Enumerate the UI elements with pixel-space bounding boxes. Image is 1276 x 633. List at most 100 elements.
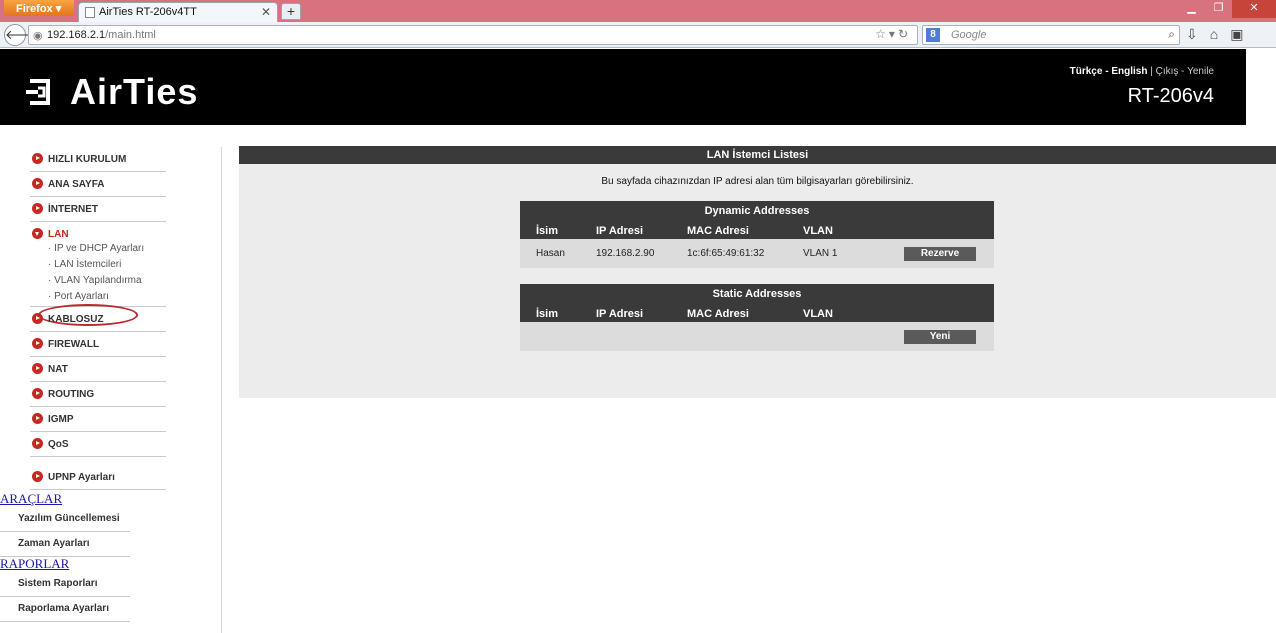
submenu-lan-istemcileri[interactable]: · LAN İstemcileri	[48, 259, 121, 270]
table-row: Yeni	[520, 322, 994, 351]
col-ip: IP Adresi	[596, 308, 644, 320]
menu-label: QoS	[48, 439, 69, 450]
bookmark-reload-icons[interactable]: ☆▾↻	[875, 27, 911, 41]
menu-qos[interactable]: QoS	[30, 432, 166, 457]
col-isim: İsim	[536, 225, 559, 237]
table-header: Static Addresses İsim IP Adresi MAC Adre…	[520, 284, 994, 322]
report-sistem-raporlari[interactable]: Sistem Raporları	[0, 572, 130, 597]
arrow-right-icon	[32, 471, 43, 482]
page-description: Bu sayfada cihazınızdan IP adresi alan t…	[601, 176, 914, 187]
col-vlan: VLAN	[803, 225, 833, 237]
report-label: Sistem Raporları	[18, 578, 98, 589]
arrow-down-icon	[32, 228, 43, 239]
table-title: Dynamic Addresses	[704, 205, 810, 217]
yeni-button[interactable]: Yeni	[904, 330, 976, 344]
arrow-right-icon	[32, 313, 43, 324]
tool-yazilim-guncellemesi[interactable]: Yazılım Güncellemesi	[0, 507, 130, 532]
menu-label: HIZLI KURULUM	[48, 154, 127, 165]
tab-title: AirTies RT-206v4TT	[99, 6, 197, 18]
arrow-right-icon	[32, 363, 43, 374]
arrow-right-icon	[32, 388, 43, 399]
menu-label: ROUTING	[48, 389, 95, 400]
toolbar-icons: ⇩⌂▣	[1186, 26, 1255, 43]
browser-tab-strip: Firefox ▾ AirTies RT-206v4TT ✕ + ▁ ❐ ✕	[0, 0, 1276, 22]
page-icon	[85, 7, 95, 18]
cell-name: Hasan	[536, 248, 565, 259]
search-icon[interactable]: ⌕	[1168, 27, 1175, 42]
menu-label: NAT	[48, 364, 68, 375]
report-label: Raporlama Ayarları	[18, 603, 109, 614]
tool-zaman-ayarlari[interactable]: Zaman Ayarları	[0, 532, 130, 557]
search-box[interactable]: 8 Google ⌕	[922, 25, 1180, 45]
menu-upnp[interactable]: UPNP Ayarları	[30, 465, 166, 490]
cell-vlan: VLAN 1	[803, 248, 838, 259]
download-icon[interactable]: ⇩	[1186, 26, 1210, 42]
firefox-menu-label: Firefox	[16, 3, 53, 15]
browser-tab[interactable]: AirTies RT-206v4TT ✕	[78, 2, 278, 22]
report-raporlama-ayarlari[interactable]: Raporlama Ayarları	[0, 597, 130, 622]
arrow-right-icon	[32, 413, 43, 424]
raporlar-link[interactable]: RAPORLAR	[0, 556, 69, 572]
close-window-icon[interactable]: ✕	[1232, 0, 1276, 18]
submenu-port-ayarlari[interactable]: · Port Ayarları	[48, 291, 109, 302]
device-model: RT-206v4	[1127, 85, 1214, 107]
menu-hizli-kurulum[interactable]: HIZLI KURULUM	[30, 147, 166, 172]
table-title: Static Addresses	[712, 288, 802, 300]
cell-mac: 1c:6f:65:49:61:32	[687, 248, 765, 259]
menu-ana-sayfa[interactable]: ANA SAYFA	[30, 172, 166, 197]
window-controls: ▁ ❐ ✕	[1178, 0, 1276, 18]
lang-english-link[interactable]: English	[1111, 66, 1147, 77]
menu-firewall[interactable]: FIREWALL	[30, 332, 166, 357]
site-header: AirTies Türkçe - English | Çıkış - Yenil…	[0, 49, 1246, 125]
lan-client-panel: LAN İstemci Listesi Bu sayfada cihazınız…	[239, 146, 1276, 398]
arrow-right-icon	[32, 338, 43, 349]
close-tab-icon[interactable]: ✕	[261, 5, 271, 19]
menu-igmp[interactable]: IGMP	[30, 407, 166, 432]
google-icon[interactable]: 8	[926, 28, 940, 42]
minimize-icon[interactable]: ▁	[1178, 0, 1205, 18]
router-page: AirTies Türkçe - English | Çıkış - Yenil…	[0, 49, 1276, 633]
lang-turkish-link[interactable]: Türkçe	[1070, 66, 1103, 77]
menu-label: FIREWALL	[48, 339, 100, 350]
search-placeholder: Google	[951, 29, 987, 41]
menu-label: KABLOSUZ	[48, 314, 104, 325]
table-header: Dynamic Addresses İsim IP Adresi MAC Adr…	[520, 201, 994, 239]
menu-label: LAN	[48, 229, 69, 240]
navigation-toolbar: 🡐 ◉ 192.168.2.1/main.html ☆▾↻ 8 Google ⌕…	[0, 22, 1276, 48]
page-title: LAN İstemci Listesi	[239, 146, 1276, 164]
logo-text: AirTies	[70, 71, 199, 112]
airties-logo-icon	[26, 79, 50, 105]
col-vlan: VLAN	[803, 308, 833, 320]
menu-label: ANA SAYFA	[48, 179, 105, 190]
arrow-right-icon	[32, 203, 43, 214]
address-bar[interactable]: ◉ 192.168.2.1/main.html ☆▾↻	[28, 25, 918, 45]
rezerve-button[interactable]: Rezerve	[904, 247, 976, 261]
col-mac: MAC Adresi	[687, 308, 749, 320]
firefox-menu-button[interactable]: Firefox ▾	[4, 0, 74, 16]
araclar-link[interactable]: ARAÇLAR	[0, 491, 62, 507]
menu-routing[interactable]: ROUTING	[30, 382, 166, 407]
table-row: Hasan 192.168.2.90 1c:6f:65:49:61:32 VLA…	[520, 239, 994, 268]
tool-label: Yazılım Güncellemesi	[18, 513, 120, 524]
new-tab-button[interactable]: +	[281, 3, 301, 20]
col-ip: IP Adresi	[596, 225, 644, 237]
submenu-vlan[interactable]: · VLAN Yapılandırma	[48, 275, 142, 286]
restore-icon[interactable]: ❐	[1205, 0, 1232, 18]
back-button[interactable]: 🡐	[4, 24, 40, 46]
home-icon[interactable]: ⌂	[1210, 26, 1230, 42]
logout-link[interactable]: Çıkış - Yenile	[1156, 66, 1214, 77]
menu-icon[interactable]: ▣	[1230, 26, 1255, 42]
cell-ip: 192.168.2.90	[596, 248, 655, 259]
menu-nat[interactable]: NAT	[30, 357, 166, 382]
tool-label: Zaman Ayarları	[18, 538, 90, 549]
menu-kablosuz[interactable]: KABLOSUZ	[30, 307, 166, 332]
arrow-right-icon	[32, 153, 43, 164]
menu-internet[interactable]: İNTERNET	[30, 197, 166, 222]
col-mac: MAC Adresi	[687, 225, 749, 237]
menu-label: IGMP	[48, 414, 74, 425]
language-links: Türkçe - English | Çıkış - Yenile	[1070, 66, 1214, 77]
sidebar: HIZLI KURULUM ANA SAYFA İNTERNET LAN · I…	[0, 147, 222, 633]
submenu-ip-dhcp[interactable]: · IP ve DHCP Ayarları	[48, 243, 144, 254]
divider: |	[1150, 66, 1153, 77]
arrow-right-icon	[32, 438, 43, 449]
